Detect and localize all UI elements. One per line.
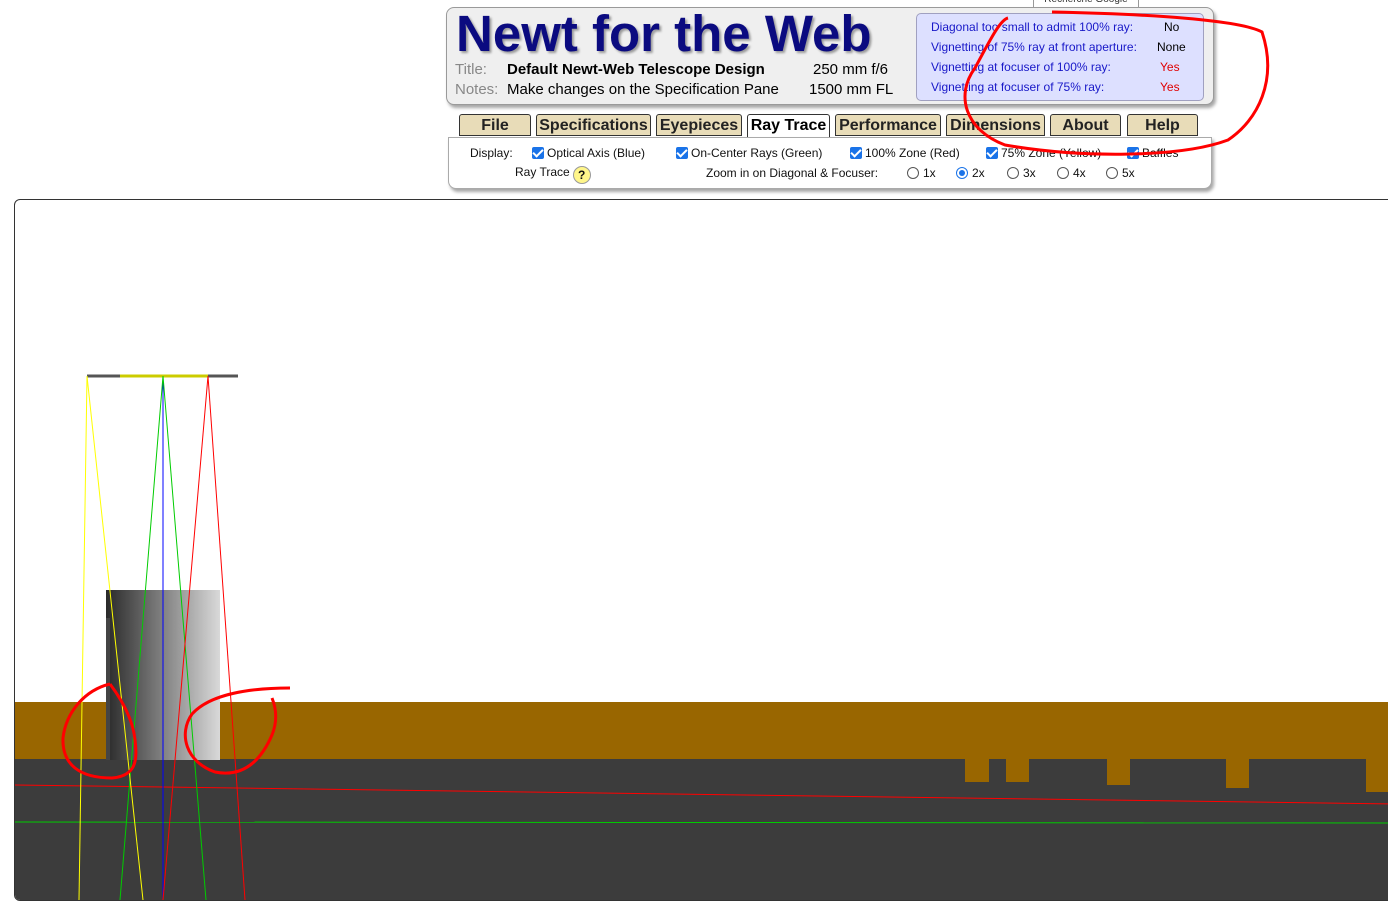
warning-diagonal: Diagonal too small to admit 100% ray: No	[931, 20, 1179, 34]
checkbox-checked-icon[interactable]	[676, 147, 688, 159]
zoom-option-4x[interactable]: 4x	[1057, 166, 1086, 180]
zoom-option-label: 2x	[972, 166, 985, 180]
zoom-option-label: 4x	[1073, 166, 1086, 180]
zoom-option-label: 1x	[923, 166, 936, 180]
option-100-zone[interactable]: 100% Zone (Red)	[850, 146, 960, 160]
zoom-option-5x[interactable]: 5x	[1106, 166, 1135, 180]
option-label: 75% Zone (Yellow)	[1001, 146, 1102, 160]
warning-value: No	[1164, 20, 1180, 34]
ray-trace-label: Ray Trace	[515, 165, 570, 179]
radio-icon[interactable]	[907, 167, 919, 179]
zoom-option-label: 3x	[1023, 166, 1036, 180]
ray-trace-diagram	[15, 374, 1388, 900]
tab-eyepieces[interactable]: Eyepieces	[656, 114, 742, 136]
option-label: On-Center Rays (Green)	[691, 146, 823, 160]
warning-value: Yes	[1160, 60, 1180, 74]
design-title: Default Newt-Web Telescope Design	[507, 61, 765, 78]
tab-file[interactable]: File	[459, 114, 531, 136]
zoom-option-1x[interactable]: 1x	[907, 166, 936, 180]
tab-dimensions[interactable]: Dimensions	[946, 114, 1045, 136]
baffle	[1366, 759, 1388, 792]
radio-icon[interactable]	[1057, 167, 1069, 179]
radio-icon[interactable]	[1106, 167, 1118, 179]
warnings-panel: Diagonal too small to admit 100% ray: No…	[916, 13, 1204, 101]
option-optical-axis[interactable]: Optical Axis (Blue)	[532, 146, 645, 160]
app-title: Newt for the Web	[456, 5, 872, 62]
warning-value: None	[1157, 40, 1186, 54]
notes-text: Make changes on the Specification Pane	[507, 81, 779, 98]
warning-label: Vignetting at focuser of 75% ray:	[931, 80, 1105, 94]
help-icon[interactable]: ?	[572, 166, 591, 184]
title-label: Title:	[455, 61, 487, 78]
design-title-row: Title: Default Newt-Web Telescope Design …	[455, 61, 888, 78]
baffle	[1107, 759, 1130, 785]
focal-length-spec: 1500 mm FL	[809, 81, 894, 98]
display-label: Display:	[470, 146, 513, 160]
zoom-option-3x[interactable]: 3x	[1007, 166, 1036, 180]
warning-focuser-75: Vignetting at focuser of 75% ray: Yes	[931, 80, 1180, 94]
zoom-option-2x[interactable]: 2x	[956, 166, 985, 180]
tube-wall	[15, 702, 1388, 760]
checkbox-checked-icon[interactable]	[532, 147, 544, 159]
warning-label: Vignetting at focuser of 100% ray:	[931, 60, 1111, 74]
baffle	[1006, 759, 1029, 782]
option-75-zone[interactable]: 75% Zone (Yellow)	[986, 146, 1101, 160]
display-options-panel: Display: Optical Axis (Blue) On-Center R…	[448, 137, 1212, 189]
warning-front-aperture: Vignetting of 75% ray at front aperture:…	[931, 40, 1186, 54]
checkbox-checked-icon[interactable]	[1127, 147, 1139, 159]
warning-value: Yes	[1160, 80, 1180, 94]
tab-ray-trace[interactable]: Ray Trace	[747, 114, 830, 139]
focuser-edge	[106, 618, 110, 760]
aperture-spec: 250 mm f/6	[813, 61, 889, 78]
warning-focuser-100: Vignetting at focuser of 100% ray: Yes	[931, 60, 1180, 74]
ray-trace-help-row: Ray Trace?	[515, 165, 591, 184]
option-label: Baffles	[1142, 146, 1179, 160]
zoom-label: Zoom in on Diagonal & Focuser:	[706, 166, 879, 180]
checkbox-checked-icon[interactable]	[986, 147, 998, 159]
option-label: 100% Zone (Red)	[865, 146, 960, 160]
option-on-center-rays[interactable]: On-Center Rays (Green)	[676, 146, 822, 160]
tab-specifications[interactable]: Specifications	[536, 114, 651, 136]
notes-row: Notes: Make changes on the Specification …	[455, 81, 893, 98]
ray-trace-canvas[interactable]	[14, 199, 1388, 901]
tab-help[interactable]: Help	[1127, 114, 1198, 136]
baffle	[1226, 759, 1249, 788]
zoom-option-label: 5x	[1122, 166, 1135, 180]
radio-icon[interactable]	[1007, 167, 1019, 179]
tube-interior	[15, 759, 1388, 900]
option-label: Optical Axis (Blue)	[547, 146, 646, 160]
notes-label: Notes:	[455, 81, 499, 98]
tab-about[interactable]: About	[1050, 114, 1121, 136]
checkbox-checked-icon[interactable]	[850, 147, 862, 159]
option-baffles[interactable]: Baffles	[1127, 146, 1178, 160]
radio-selected-icon[interactable]	[956, 167, 968, 179]
warning-label: Diagonal too small to admit 100% ray:	[931, 20, 1134, 34]
warning-label: Vignetting of 75% ray at front aperture:	[931, 40, 1137, 54]
tab-performance[interactable]: Performance	[835, 114, 941, 136]
baffle	[965, 759, 989, 782]
